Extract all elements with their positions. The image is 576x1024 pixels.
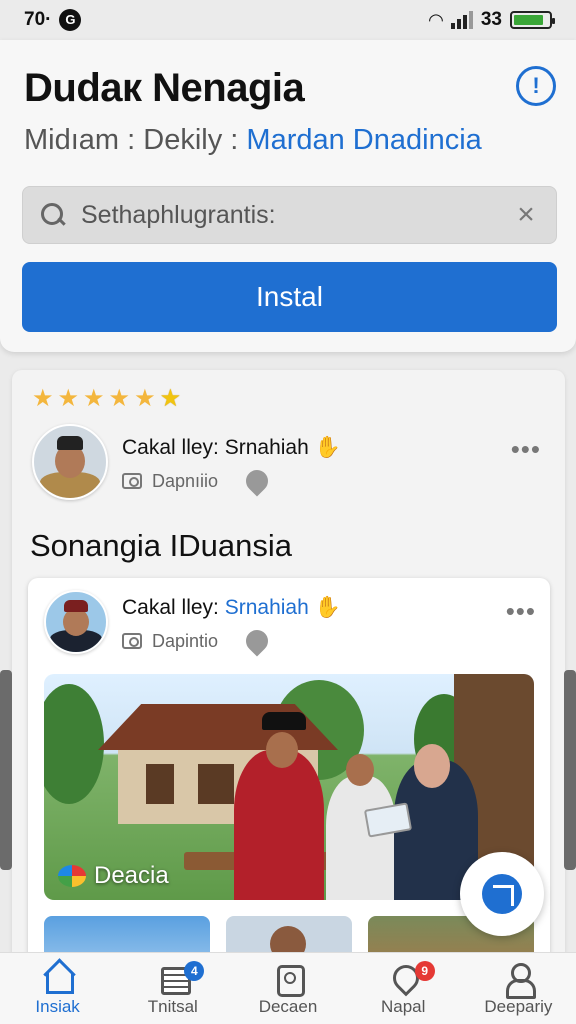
location-pin-icon[interactable] (241, 465, 273, 497)
post-meta: Cakal lley: Srnahiah ✋ Dapnıiio (122, 436, 341, 497)
star-icon: ★ (108, 385, 131, 412)
tab-label: Napal (381, 997, 426, 1016)
tab-profile[interactable]: Deepariy (461, 953, 576, 1024)
more-options-icon[interactable]: ••• (511, 434, 541, 465)
breadcrumb-link[interactable]: Mardan Dnadincia (246, 124, 481, 156)
wave-icon: ✋ (314, 436, 341, 459)
user-icon (502, 963, 537, 999)
frame-icon (272, 963, 305, 997)
tab-label: Decaen (258, 997, 318, 1016)
floating-action-button[interactable] (460, 852, 544, 936)
search-bar: × (22, 186, 557, 244)
post-author-label: Cakal lley: (122, 436, 219, 459)
clear-icon[interactable]: × (512, 198, 540, 232)
wifi-icon: ◠ (429, 9, 443, 30)
post-author-handle: Srnahiah (224, 436, 309, 459)
star-icon: ★ (159, 385, 182, 412)
post-location: Dapnıiio (152, 470, 219, 491)
section-title: Sonangia IDuansia (30, 528, 292, 563)
breadcrumb-separator: : (230, 124, 239, 156)
location-pin-icon[interactable] (241, 625, 273, 657)
post-meta: Cakal lley: Srnahiah ✋ Dapintio (122, 596, 341, 657)
camera-icon (122, 473, 142, 489)
post-subline: Dapintio (122, 625, 341, 657)
camera-icon (122, 633, 142, 649)
page-title: Dudaк Nenagia (24, 66, 305, 110)
tab-label: Insiak (35, 997, 80, 1016)
star-icon: ★ (83, 385, 105, 412)
home-icon (42, 963, 74, 994)
signal-text: 33 (480, 9, 502, 30)
person-head (266, 732, 298, 768)
battery-fill (514, 15, 543, 25)
tab-map[interactable]: 9 Napal (346, 953, 461, 1024)
wave-icon: ✋ (314, 596, 341, 619)
side-peek-right (564, 670, 576, 870)
notification-badge: 4 (184, 961, 205, 981)
side-peek-left (0, 670, 12, 870)
post-author[interactable]: Cakal lley: Srnahiah ✋ (122, 596, 341, 620)
tab-label: Tnitsal (147, 997, 198, 1016)
tab-documents[interactable]: 4 Tnitsal (115, 953, 230, 1024)
search-input[interactable] (81, 200, 512, 230)
person-head (414, 744, 450, 788)
avatar[interactable] (32, 424, 108, 500)
tab-home[interactable]: Insiak (0, 953, 115, 1024)
post-author-handle: Srnahiah (224, 596, 309, 619)
tab-frame[interactable]: Decaen (230, 953, 345, 1024)
post-location: Dapintio (152, 630, 219, 651)
tab-label: Deepariy (484, 997, 553, 1016)
post-author-label: Cakal lley: (122, 596, 219, 619)
star-icon: ★ (32, 385, 54, 412)
info-icon[interactable]: ! (516, 66, 556, 106)
image-caption-text: Deacia (94, 862, 169, 889)
header-card: Dudaк Nenagia ! Midıam : Dekily : Mardan… (0, 40, 576, 352)
hat-shape (262, 712, 306, 730)
tree-shape (44, 684, 104, 804)
post-header-1: Cakal lley: Srnahiah ✋ Dapnıiio (32, 424, 341, 500)
battery-icon (510, 11, 555, 29)
status-bar: 70· G ◠ 33 (0, 0, 576, 40)
search-icon (39, 201, 67, 229)
star-rating: ★ ★ ★ ★ ★ ★ (32, 384, 181, 413)
install-button[interactable]: Instal (22, 262, 557, 332)
star-icon: ★ (134, 385, 156, 412)
person-head (346, 754, 374, 786)
notification-badge: 9 (414, 961, 435, 981)
compass-icon (482, 874, 522, 914)
image-caption: Deacia (58, 862, 169, 890)
person-shape (234, 750, 324, 900)
caption-logo-icon (58, 865, 86, 887)
breadcrumb-separator: : (127, 124, 136, 156)
status-left: 70· G (24, 9, 82, 31)
post-header-2: Cakal lley: Srnahiah ✋ Dapintio (44, 590, 341, 657)
status-right: ◠ 33 (429, 9, 555, 31)
post-subline: Dapnıiio (122, 465, 341, 497)
signal-icon (450, 11, 473, 29)
bottom-tab-bar: Insiak 4 Tnitsal Decaen 9 Napal Deepariy (0, 952, 576, 1024)
post-image[interactable]: Deacia (44, 674, 534, 900)
person-shape (326, 776, 396, 900)
breadcrumb-item-1[interactable]: Midıam (24, 124, 119, 156)
avatar[interactable] (44, 590, 108, 654)
more-options-icon[interactable]: ••• (506, 596, 536, 627)
breadcrumb: Midıam : Dekily : Mardan Dnadincia (24, 124, 482, 157)
star-icon: ★ (57, 385, 80, 412)
status-app-glyph: G (59, 9, 82, 31)
post-author[interactable]: Cakal lley: Srnahiah ✋ (122, 436, 341, 460)
breadcrumb-item-2[interactable]: Dekily (143, 124, 222, 156)
status-time: 70· (24, 9, 52, 30)
